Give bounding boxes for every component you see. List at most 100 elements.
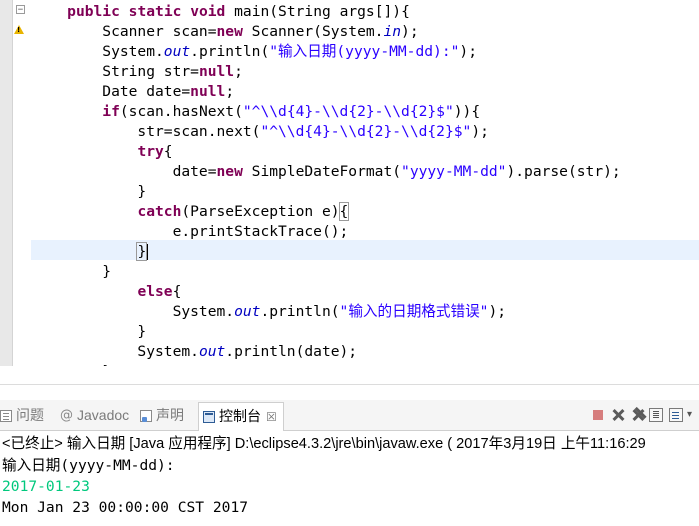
code-token: SimpleDateFormat( (242, 163, 402, 180)
string-token: "^\\d{4}-\\d{2}-\\d{2}$" (242, 103, 454, 120)
word-wrap-icon[interactable] (669, 408, 683, 422)
code-token: { (163, 143, 173, 160)
string-token: "输入的日期格式错误" (339, 303, 489, 320)
code-line[interactable]: Scanner scan=new Scanner(System.in); (32, 22, 419, 42)
code-line[interactable]: System.out.println("输入的日期格式错误"); (32, 302, 506, 322)
code-token: (ParseException e) (181, 203, 340, 220)
keyword-token: catch (137, 203, 182, 220)
code-token: { (338, 202, 350, 221)
code-line[interactable]: public static void main(String args[]){ (32, 2, 410, 22)
problems-icon (0, 410, 12, 423)
code-line[interactable]: } (32, 182, 146, 202)
view-separator[interactable] (0, 384, 699, 401)
keyword-token: if (102, 103, 120, 120)
code-token: .println( (190, 43, 270, 60)
tab-javadoc[interactable]: @ Javadoc (60, 400, 129, 430)
code-line[interactable]: } (32, 242, 149, 262)
code-token: )){ (453, 103, 481, 120)
code-token: } (136, 242, 148, 261)
code-line[interactable]: String str=null; (32, 62, 243, 82)
code-line[interactable]: } (32, 322, 146, 342)
keyword-token: null (198, 63, 235, 80)
at-icon: @ (60, 408, 73, 424)
pin-icon[interactable]: ▾ (687, 408, 699, 422)
code-token: ); (471, 123, 489, 140)
code-line[interactable]: System.out.println("输入日期(yyyy-MM-dd):"); (32, 42, 477, 62)
scroll-lock-icon[interactable] (649, 408, 663, 422)
remove-launch-icon[interactable] (611, 408, 625, 422)
remove-all-icon[interactable] (631, 408, 645, 422)
code-token: ; (225, 83, 235, 100)
keyword-token: void (190, 3, 226, 20)
overview-ruler (0, 0, 13, 366)
code-token: Scanner(System. (242, 23, 384, 40)
code-line[interactable]: } (32, 262, 111, 282)
code-token: } (32, 323, 147, 340)
code-token: ); (401, 23, 419, 40)
folding-column: − (13, 0, 31, 366)
code-token: { (172, 283, 182, 300)
keyword-token: try (137, 143, 164, 160)
tab-label: 问题 (16, 407, 44, 423)
field-token: out (198, 343, 226, 360)
code-token: Date date= (32, 83, 191, 100)
code-line[interactable]: date=new SimpleDateFormat("yyyy-MM-dd").… (32, 162, 621, 182)
warning-icon[interactable] (14, 25, 24, 34)
field-token: in (383, 23, 402, 40)
code-token: System. (32, 343, 199, 360)
code-line[interactable]: e.printStackTrace(); (32, 222, 349, 242)
code-token: date= (32, 163, 217, 180)
code-token: ); (459, 43, 477, 60)
string-token: "yyyy-MM-dd" (401, 163, 507, 180)
code-line[interactable]: else{ (32, 282, 181, 302)
tab-problems[interactable]: 问题 (0, 400, 44, 430)
keyword-token: public (67, 3, 120, 20)
keyword-token: new (216, 163, 243, 180)
console-output[interactable]: <已终止> 输入日期 [Java 应用程序] D:\eclipse4.3.2\j… (0, 431, 699, 526)
string-token: "^\\d{4}-\\d{2}-\\d{2}$" (260, 123, 472, 140)
code-token: str=scan.next( (32, 123, 261, 140)
code-token: String str= (32, 63, 199, 80)
code-token: .println( (260, 303, 340, 320)
code-line[interactable]: if(scan.hasNext("^\\d{4}-\\d{2}-\\d{2}$"… (32, 102, 480, 122)
text-caret (147, 244, 149, 260)
field-token: out (163, 43, 191, 60)
tab-console[interactable]: 控制台 ☒ (198, 402, 284, 431)
code-token: (scan.hasNext( (119, 103, 243, 120)
console-output-line: Mon Jan 23 00:00:00 CST 2017 (2, 499, 249, 516)
code-token: main(String args[]){ (225, 3, 410, 20)
code-token: ).parse(str); (506, 163, 621, 180)
console-status-line: <已终止> 输入日期 [Java 应用程序] D:\eclipse4.3.2\j… (2, 436, 646, 452)
tab-label: 声明 (156, 407, 184, 423)
code-token: System. (32, 43, 164, 60)
console-input-line: 2017-01-23 (2, 478, 90, 495)
code-line[interactable]: catch(ParseException e){ (32, 202, 350, 222)
code-token: ; (234, 63, 243, 80)
field-token: out (234, 303, 261, 320)
code-token: e.printStackTrace(); (32, 223, 349, 240)
code-line[interactable]: System.out.println(date); (32, 342, 357, 362)
tab-declaration[interactable]: 声明 (140, 400, 184, 430)
tab-label: 控制台 (219, 408, 261, 424)
keyword-token: null (190, 83, 226, 100)
code-line[interactable]: Date date=null; (32, 82, 234, 102)
code-editor[interactable]: − public static void main(String args[])… (0, 0, 699, 366)
fold-collapse-icon[interactable]: − (16, 5, 25, 15)
code-token: System. (32, 303, 235, 320)
declaration-icon (140, 410, 152, 423)
code-token: Scanner scan= (32, 23, 217, 40)
code-line[interactable]: str=scan.next("^\\d{4}-\\d{2}-\\d{2}$"); (32, 122, 489, 142)
code-token: } (32, 263, 112, 280)
keyword-token: else (137, 283, 173, 300)
close-icon[interactable]: ☒ (266, 410, 277, 424)
code-line[interactable]: try{ (32, 142, 173, 162)
code-token: ); (488, 303, 507, 320)
terminate-icon[interactable] (591, 408, 605, 422)
